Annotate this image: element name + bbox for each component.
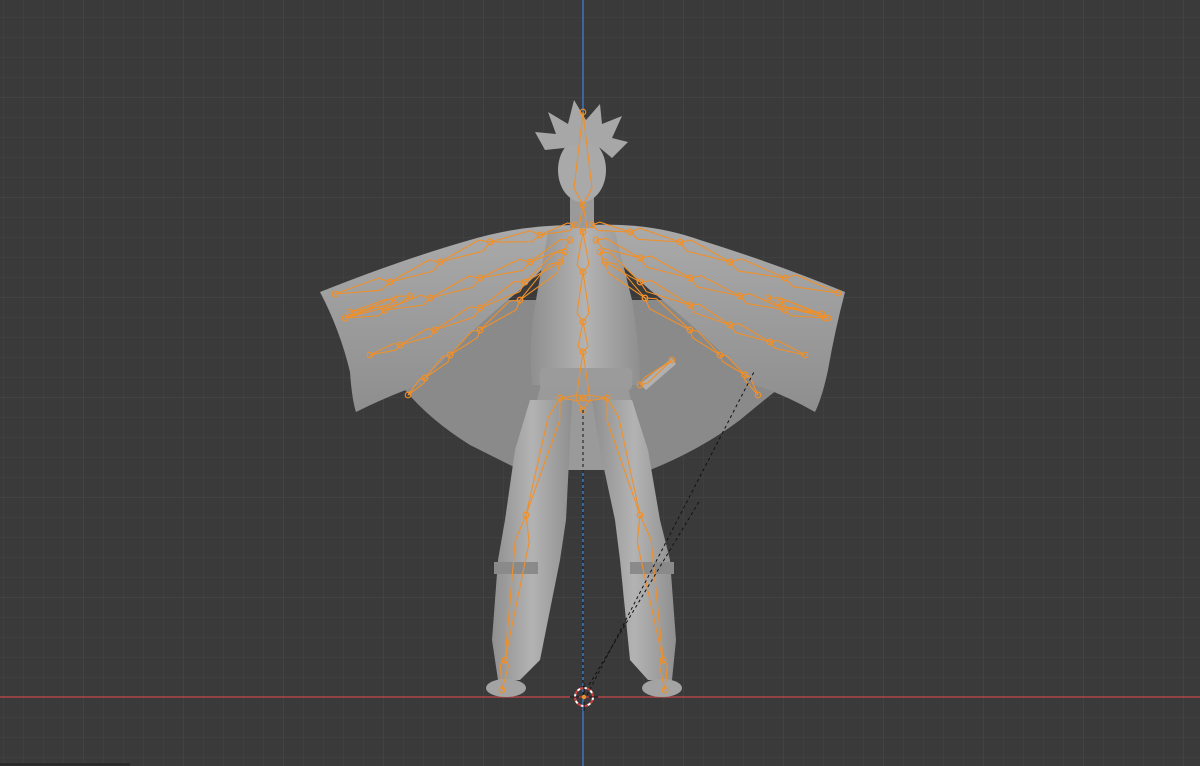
right-leg-strap [630,562,674,574]
head [558,138,606,202]
3d-viewport[interactable] [0,0,1200,766]
right-foot [642,679,682,697]
left-leg-strap [494,562,538,574]
left-foot [486,679,526,697]
viewport-canvas[interactable] [0,0,1200,766]
